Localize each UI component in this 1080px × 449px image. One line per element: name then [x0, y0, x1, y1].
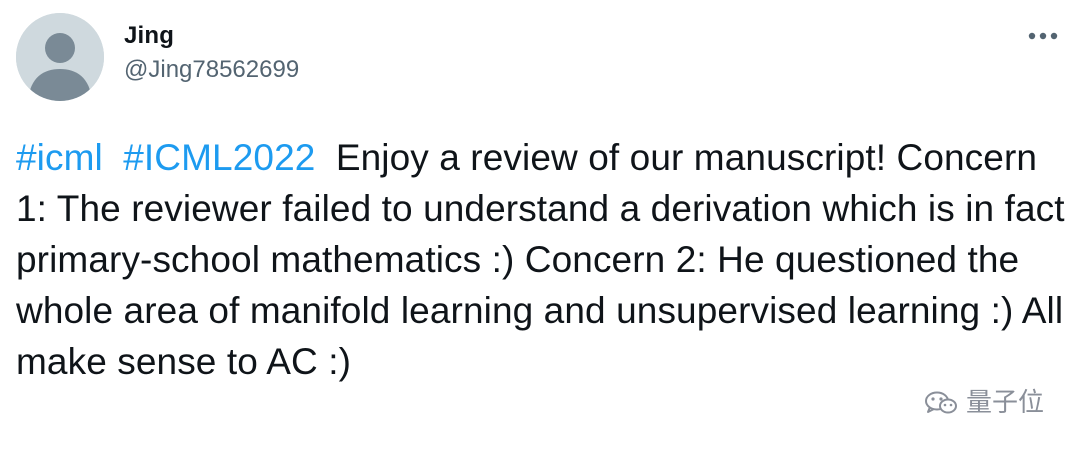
user-handle[interactable]: @Jing78562699 [124, 58, 299, 82]
more-icon [1028, 32, 1058, 40]
watermark-text: 量子位 [965, 388, 1044, 418]
more-options-button[interactable] [1026, 26, 1060, 46]
default-avatar-icon [16, 13, 104, 101]
watermark: 量子位 [924, 390, 1044, 416]
user-info: Jing @Jing78562699 [124, 24, 299, 82]
tweet-text: #icml #ICML2022 Enjoy a review of our ma… [16, 132, 1066, 387]
wechat-icon [924, 391, 957, 414]
avatar[interactable] [16, 13, 104, 101]
display-name[interactable]: Jing [124, 24, 299, 48]
hashtag-link-icml[interactable]: #icml [16, 137, 103, 178]
hashtag-link-icml2022[interactable]: #ICML2022 [123, 137, 315, 178]
tweet-card: Jing @Jing78562699 #icml #ICML2022 Enjoy… [0, 0, 1080, 449]
